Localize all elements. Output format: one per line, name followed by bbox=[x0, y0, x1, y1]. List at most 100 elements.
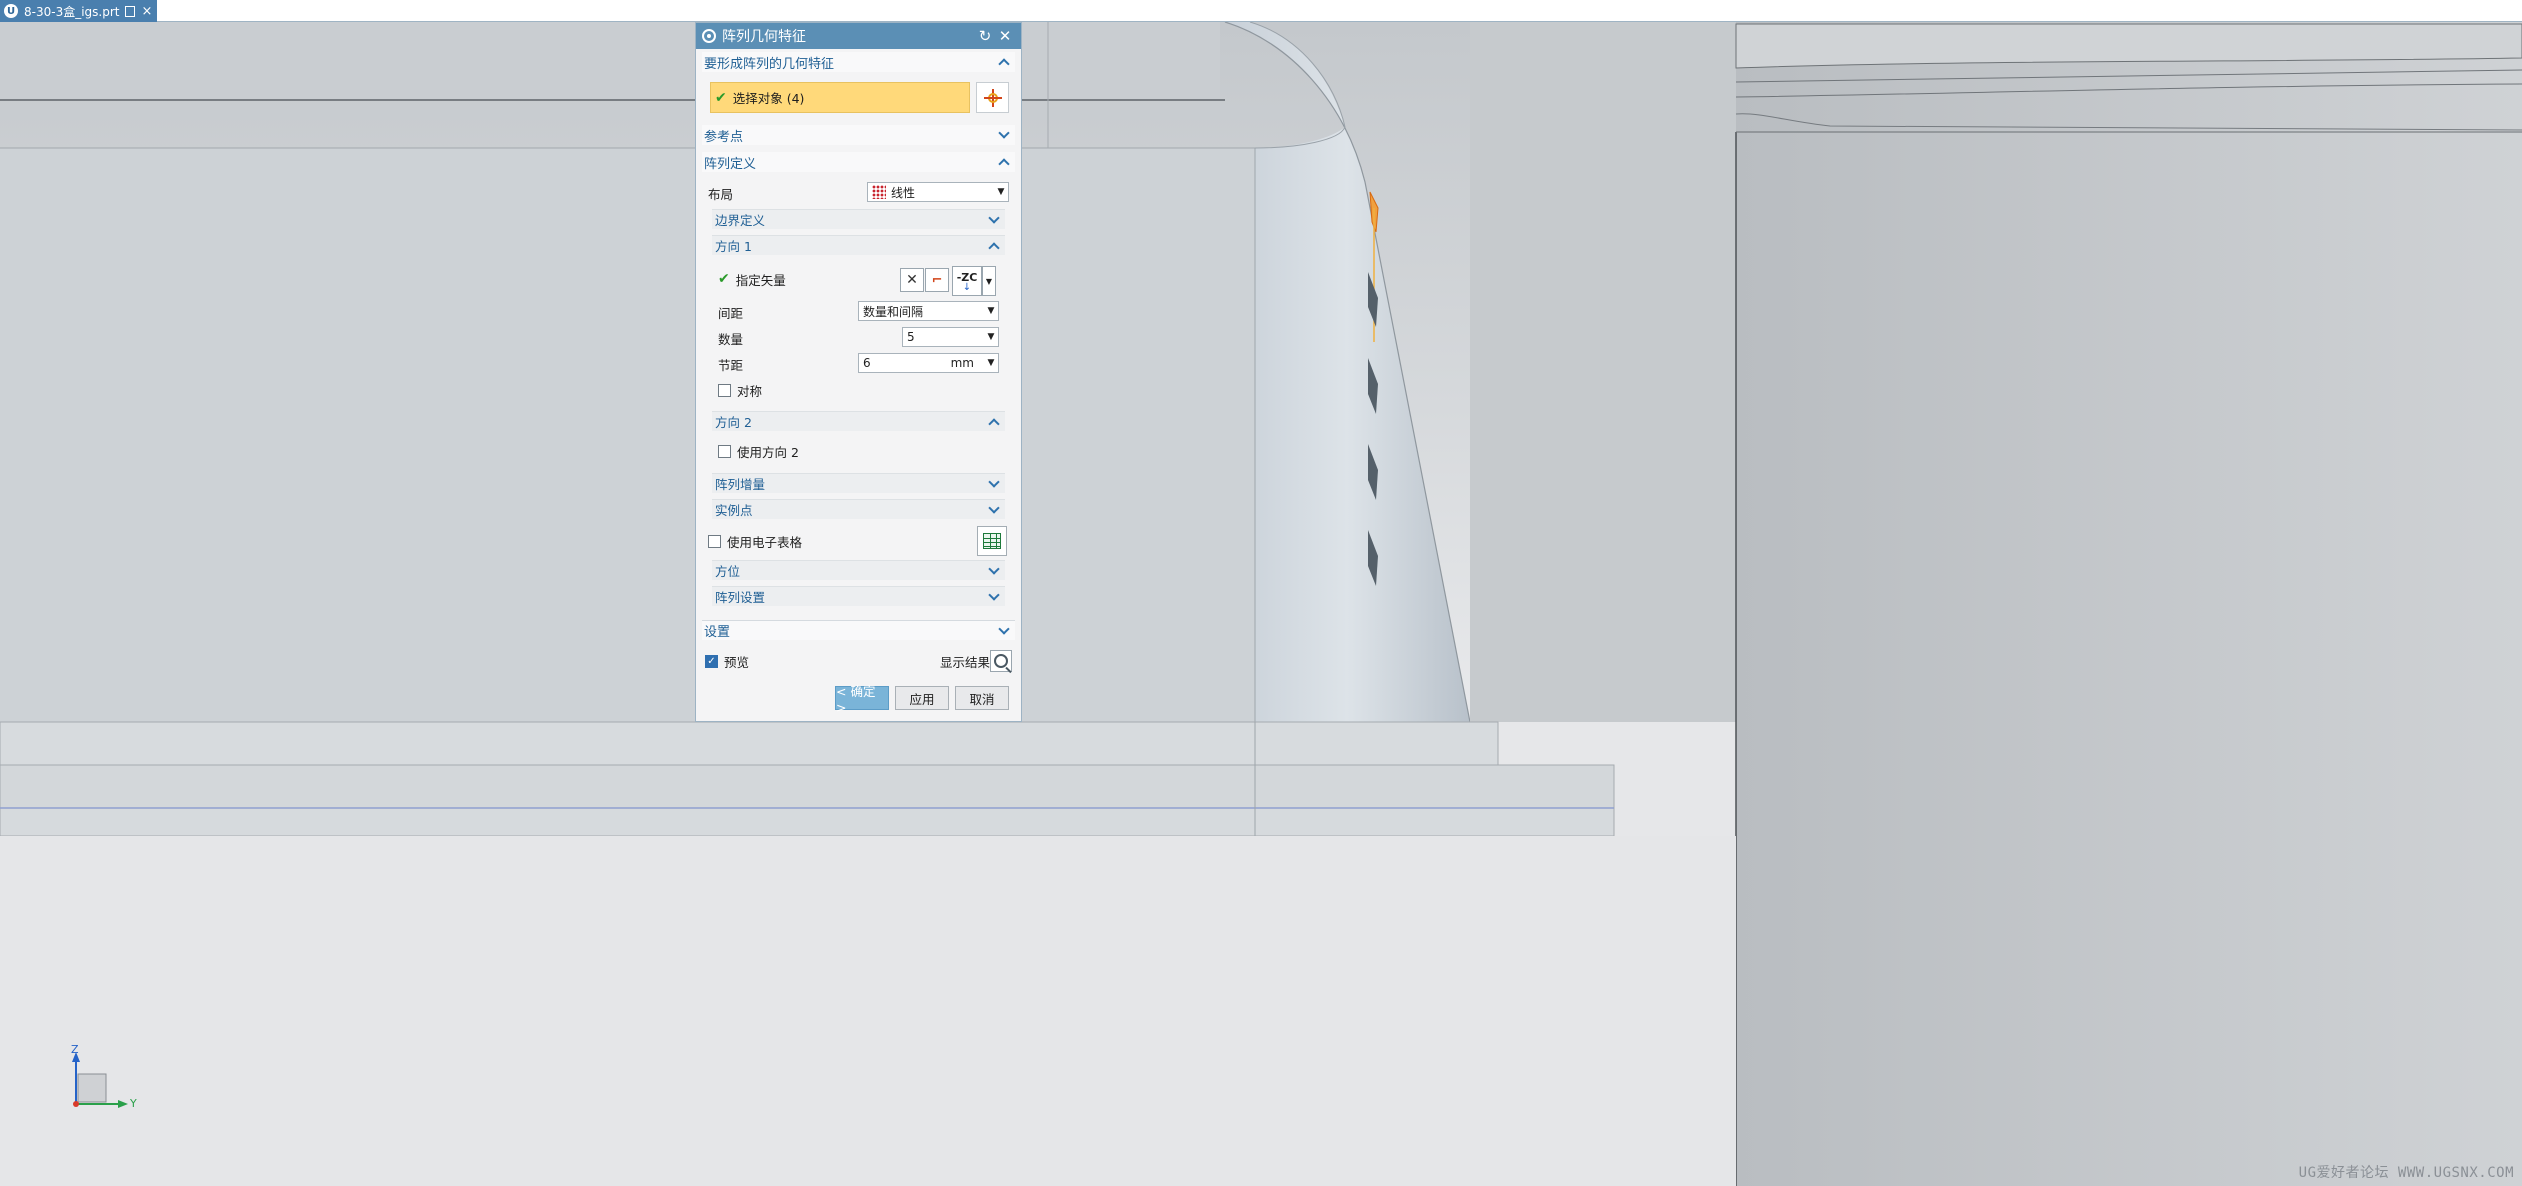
dialog-title: 阵列几何特征 bbox=[722, 29, 806, 45]
symmetric-row[interactable]: 对称 bbox=[718, 380, 762, 400]
inferred-vector-button[interactable]: ⌐ bbox=[925, 268, 949, 292]
section-geometry-to-pattern-label: 要形成阵列的几何特征 bbox=[704, 56, 835, 72]
chevron-down-icon bbox=[997, 128, 1011, 142]
pattern-increment-label: 阵列增量 bbox=[715, 477, 766, 492]
spreadsheet-button[interactable] bbox=[977, 526, 1007, 556]
model-geometry bbox=[0, 22, 2522, 1186]
dropdown-arrow-icon: ▼ bbox=[997, 187, 1005, 197]
chevron-up-icon bbox=[997, 155, 1011, 169]
cancel-button[interactable]: 取消 bbox=[955, 686, 1009, 710]
boundary-definition-label: 边界定义 bbox=[715, 213, 766, 228]
dialog-title-bar[interactable]: 阵列几何特征 ↻ ✕ bbox=[696, 23, 1021, 49]
forum-watermark: UG爱好者论坛 WWW.UGSNX.COM bbox=[2298, 1165, 2514, 1181]
section-geometry-to-pattern[interactable]: 要形成阵列的几何特征 bbox=[702, 52, 1015, 72]
preview-label: 预览 bbox=[724, 654, 750, 670]
graphics-viewport[interactable]: Z Y bbox=[0, 22, 2522, 1186]
specify-vector-row: ✔ 指定矢量 bbox=[718, 269, 786, 289]
close-tab-icon[interactable]: × bbox=[141, 4, 152, 19]
show-result-button[interactable] bbox=[990, 650, 1012, 672]
spreadsheet-icon bbox=[983, 533, 1001, 549]
count-label: 数量 bbox=[718, 331, 744, 347]
layout-select[interactable]: 线性 ▼ bbox=[867, 182, 1009, 202]
reset-icon[interactable]: ↻ bbox=[975, 27, 995, 45]
chevron-up-icon bbox=[997, 55, 1011, 69]
spacing-select-value: 数量和间隔 bbox=[863, 304, 924, 319]
section-pattern-definition[interactable]: 阵列定义 bbox=[702, 152, 1015, 172]
select-object-row[interactable]: ✔ 选择对象 (4) bbox=[710, 82, 970, 113]
document-modified-icon bbox=[125, 5, 136, 17]
select-object-button[interactable] bbox=[976, 82, 1009, 113]
document-tab[interactable]: U 8-30-3盒_igs.prt × bbox=[0, 0, 157, 22]
symmetric-label: 对称 bbox=[737, 383, 763, 399]
layout-select-value: 线性 bbox=[891, 185, 916, 200]
dropdown-arrow-icon: ▼ bbox=[987, 358, 995, 368]
crosshair-icon bbox=[983, 88, 1002, 107]
arrow-down-icon: ↓ bbox=[962, 281, 972, 293]
close-icon[interactable]: ✕ bbox=[995, 27, 1015, 45]
chevron-up-icon bbox=[987, 415, 1001, 429]
chevron-down-icon bbox=[997, 624, 1011, 638]
vector-zc-button[interactable]: -ZC ↓ bbox=[952, 266, 982, 296]
ok-button[interactable]: < 确定 > bbox=[835, 684, 889, 715]
pitch-unit: mm bbox=[950, 356, 974, 370]
chevron-down-icon bbox=[987, 564, 1001, 578]
check-icon: ✔ bbox=[715, 89, 727, 106]
direction1-header: 方向 1 bbox=[715, 239, 752, 254]
chevron-down-icon bbox=[987, 213, 1001, 227]
apply-button[interactable]: 应用 bbox=[895, 686, 949, 710]
triad-z-label: Z bbox=[71, 1043, 79, 1056]
use-spreadsheet-row[interactable]: 使用电子表格 bbox=[708, 531, 802, 551]
linear-grid-icon bbox=[872, 185, 886, 199]
vector-dialog-button[interactable]: ✕ bbox=[900, 268, 924, 292]
use-direction2-row[interactable]: 使用方向 2 bbox=[718, 441, 799, 461]
spacing-select[interactable]: 数量和间隔 ▼ bbox=[858, 301, 999, 321]
chevron-down-icon bbox=[987, 477, 1001, 491]
pitch-value: 6 bbox=[863, 356, 871, 370]
subsection-instance-point[interactable]: 实例点 bbox=[712, 499, 1005, 519]
chevron-down-icon bbox=[987, 503, 1001, 517]
show-result-row: 显示结果 bbox=[940, 651, 990, 671]
subsection-direction2[interactable]: 方向 2 bbox=[712, 411, 1005, 431]
section-reference-point[interactable]: 参考点 bbox=[702, 125, 1015, 145]
pitch-input[interactable]: 6 mm ▼ bbox=[858, 353, 999, 373]
pitch-label: 节距 bbox=[718, 357, 744, 373]
count-input[interactable]: 5 ▼ bbox=[902, 327, 999, 347]
orientation-label: 方位 bbox=[715, 564, 741, 579]
dropdown-arrow-icon: ▼ bbox=[985, 276, 993, 286]
use-spreadsheet-label: 使用电子表格 bbox=[727, 534, 803, 550]
section-settings-label: 设置 bbox=[704, 625, 731, 640]
vector-options-dropdown[interactable]: ▼ bbox=[982, 266, 996, 296]
vector-cross-icon: ✕ bbox=[906, 272, 918, 288]
specify-vector-label: 指定矢量 bbox=[735, 272, 786, 288]
count-value: 5 bbox=[907, 330, 915, 344]
subsection-boundary-definition[interactable]: 边界定义 bbox=[712, 209, 1005, 229]
use-direction2-checkbox[interactable] bbox=[718, 444, 731, 458]
layout-label: 布局 bbox=[708, 186, 734, 202]
select-object-label: 选择对象 (4) bbox=[732, 91, 805, 106]
subsection-direction1[interactable]: 方向 1 bbox=[712, 235, 1005, 255]
section-pattern-definition-label: 阵列定义 bbox=[704, 156, 757, 172]
subsection-pattern-settings[interactable]: 阵列设置 bbox=[712, 586, 1005, 606]
use-direction2-label: 使用方向 2 bbox=[737, 444, 799, 460]
pattern-geometry-dialog: 阵列几何特征 ↻ ✕ 要形成阵列的几何特征 ✔ 选择对象 (4) 参考点 阵列定… bbox=[695, 22, 1022, 722]
symmetric-checkbox[interactable] bbox=[718, 383, 731, 397]
dropdown-arrow-icon: ▼ bbox=[987, 306, 995, 316]
magnifier-icon bbox=[994, 654, 1008, 668]
preview-row[interactable]: ✓ 预览 bbox=[705, 651, 749, 671]
chevron-down-icon bbox=[987, 590, 1001, 604]
subsection-orientation[interactable]: 方位 bbox=[712, 560, 1005, 580]
subsection-pattern-increment[interactable]: 阵列增量 bbox=[712, 473, 1005, 493]
gear-icon bbox=[702, 29, 716, 43]
nx-app-icon: U bbox=[4, 4, 18, 18]
pattern-settings-label: 阵列设置 bbox=[715, 590, 766, 605]
preview-checkbox[interactable]: ✓ bbox=[705, 654, 718, 668]
instance-point-label: 实例点 bbox=[715, 503, 753, 518]
section-settings[interactable]: 设置 bbox=[702, 620, 1015, 640]
triad-y-label: Y bbox=[130, 1097, 137, 1110]
show-result-label: 显示结果 bbox=[940, 654, 991, 670]
inferred-vector-icon: ⌐ bbox=[931, 272, 943, 288]
spacing-label: 间距 bbox=[718, 305, 744, 321]
check-icon: ✔ bbox=[718, 271, 730, 287]
use-spreadsheet-checkbox[interactable] bbox=[708, 534, 721, 548]
document-tab-bar: U 8-30-3盒_igs.prt × bbox=[0, 0, 2522, 22]
